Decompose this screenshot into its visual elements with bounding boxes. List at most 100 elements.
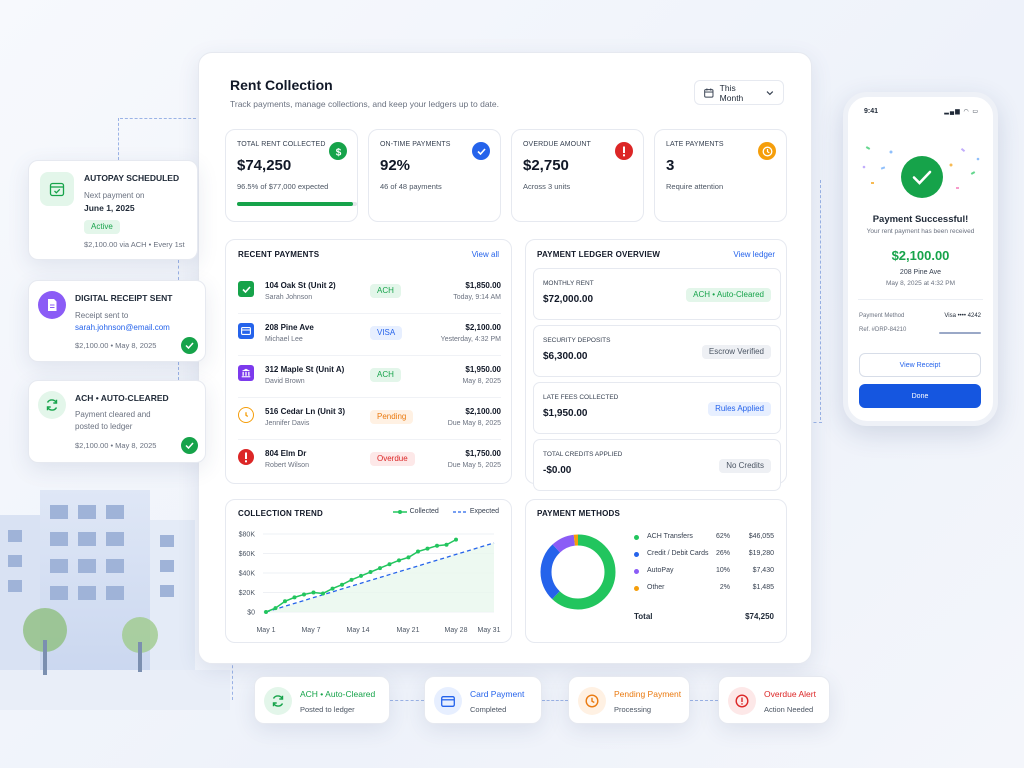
clock-icon [578, 687, 606, 715]
recent-payments-card: RECENT PAYMENTS View all 104 Oak St (Uni… [225, 239, 512, 484]
ledger-item[interactable]: LATE FEES COLLECTED $1,950.00 Rules Applie… [533, 382, 781, 434]
ledger-item[interactable]: SECURITY DEPOSITS $6,300.00 Escrow Verifie… [533, 325, 781, 377]
stat-label: ON-TIME PAYMENTS [380, 141, 451, 148]
progress-track [237, 202, 357, 206]
period-label: This Month [719, 82, 744, 103]
collected-point [387, 562, 392, 567]
payment-row[interactable]: 208 Pine Ave Michael Lee VISA $2,100.00 Yest… [238, 314, 501, 356]
payment-tenant: Michael Lee [265, 336, 303, 343]
phone-status-time: 9:41 [864, 108, 879, 115]
ledger-item-badge: Rules Applied [708, 402, 771, 416]
card-icon [238, 323, 254, 339]
legend-collected: Collected [409, 508, 439, 515]
view-all-link[interactable]: View all [472, 250, 499, 259]
collected-point [302, 592, 306, 597]
collected-point [406, 555, 411, 560]
ledger-item-value: $6,300.00 [543, 351, 588, 362]
phone-ref-bar [939, 332, 981, 334]
autopay-title: AUTOPAY SCHEDULED [84, 173, 180, 183]
payment-methods-donut [540, 534, 616, 610]
alert-icon [615, 142, 633, 160]
flow-card-title: Card Payment [470, 689, 525, 699]
check-circle-icon [181, 337, 198, 354]
methods-total-label: Total [634, 612, 653, 621]
method-amount: $1,485 [752, 584, 774, 591]
flow-card[interactable]: Card Payment Completed [424, 676, 542, 724]
payment-row[interactable]: 516 Cedar Ln (Unit 3) Jennifer Davis Pendi… [238, 398, 501, 440]
collected-point [264, 610, 268, 614]
phone-mockup: 9:41 ▂▄▆ ◠ ▭ Payment Successful! Your re… [843, 92, 998, 426]
stat-value: 92% [380, 157, 411, 174]
view-receipt-button[interactable]: View Receipt [859, 353, 981, 377]
refresh-icon [38, 391, 66, 419]
ledger-item[interactable]: MONTHLY RENT $72,000.00 ACH • Auto-Cleared [533, 268, 781, 320]
receipt-email-link[interactable]: sarah.johnson@email.com [75, 323, 170, 332]
ach-card-line1: Payment cleared and [75, 410, 151, 419]
payment-row[interactable]: 804 Elm Dr Robert Wilson Overdue $1,750.00 D… [238, 440, 501, 482]
period-select[interactable]: This Month [694, 80, 784, 105]
payment-date: Due May 8, 2025 [447, 420, 501, 427]
collected-point [359, 573, 363, 578]
method-name: ACH Transfers [647, 533, 693, 540]
ach-card-line2: posted to ledger [75, 422, 133, 431]
ledger-item-badge: ACH • Auto-Cleared [686, 288, 771, 302]
stats-row: TOTAL RENT COLLECTED $74,250 96.5% of $77,… [225, 129, 787, 222]
clock-icon [238, 407, 254, 423]
autopay-card: AUTOPAY SCHEDULED Next payment on June 1… [28, 160, 198, 260]
method-pct: 10% [715, 567, 730, 574]
y-tick-label: $80K [239, 532, 256, 539]
ledger-item-badge: Escrow Verified [701, 345, 771, 359]
x-tick-label: May 21 [397, 627, 420, 634]
method-row: Credit / Debit Cards 26% $19,280 [634, 550, 774, 567]
collected-point [321, 591, 325, 596]
flow-card-sub: Posted to ledger [300, 705, 355, 714]
ledger-list: MONTHLY RENT $72,000.00 ACH • Auto-Cleared… [533, 268, 781, 496]
collected-point [378, 566, 382, 571]
alert-icon [728, 687, 756, 715]
trend-legend: Collected Expected [392, 508, 499, 515]
payment-methods-card: PAYMENT METHODS ACH Transfers 62% $46,055 C… [525, 499, 787, 643]
payment-method-badge: Overdue [370, 452, 415, 466]
ledger-item-label: LATE FEES COLLECTED [543, 394, 619, 401]
done-button[interactable]: Done [859, 384, 981, 408]
ledger-item-label: MONTHLY RENT [543, 280, 594, 287]
stat-subtext: Require attention [666, 182, 724, 191]
payment-tenant: Robert Wilson [265, 462, 309, 469]
payment-tenant: David Brown [265, 378, 305, 385]
calendar-check-icon [40, 172, 74, 206]
flow-card[interactable]: ACH • Auto-Cleared Posted to ledger [254, 676, 390, 724]
method-name: Credit / Debit Cards [647, 550, 709, 557]
stat-subtext: Across 3 units [523, 182, 571, 191]
y-tick-label: $40K [239, 571, 256, 578]
payment-row[interactable]: 312 Maple St (Unit A) David Brown ACH $1,95… [238, 356, 501, 398]
methods-title: PAYMENT METHODS [537, 509, 621, 518]
ledger-item[interactable]: TOTAL CREDITS APPLIED -$0.00 No Credits [533, 439, 781, 491]
payment-row[interactable]: 104 Oak St (Unit 2) Sarah Johnson ACH $1,85… [238, 272, 501, 314]
payment-tenant: Sarah Johnson [265, 294, 313, 301]
flow-card[interactable]: Pending Payment Processing [568, 676, 690, 724]
collection-trend-card: COLLECTION TREND Collected Expected $0 $2… [225, 499, 512, 643]
payment-amount: $1,850.00 [465, 281, 501, 290]
legend-dot [634, 569, 639, 574]
collected-point [416, 549, 420, 554]
view-ledger-link[interactable]: View ledger [733, 250, 775, 259]
progress-fill [237, 202, 353, 206]
autopay-footer: $2,100.00 via ACH • Every 1st [84, 240, 185, 249]
method-row: ACH Transfers 62% $46,055 [634, 533, 774, 550]
stat-value: $2,750 [523, 157, 569, 174]
y-tick-label: $20K [239, 590, 256, 597]
autopay-status-badge: Active [84, 220, 120, 234]
x-tick-label: May 14 [347, 627, 370, 634]
x-tick-label: May 1 [256, 627, 275, 634]
payment-unit: 208 Pine Ave [265, 323, 314, 332]
receipt-line1: Receipt sent to [75, 311, 129, 320]
success-check-icon [901, 156, 943, 198]
bank-icon [238, 365, 254, 381]
flow-card[interactable]: Overdue Alert Action Needed [718, 676, 830, 724]
payment-method-badge: VISA [370, 326, 403, 340]
collected-point [311, 590, 316, 595]
legend-expected: Expected [469, 508, 499, 515]
collected-point [425, 546, 430, 551]
payment-unit: 804 Elm Dr [265, 449, 307, 458]
method-row: AutoPay 10% $7,430 [634, 567, 774, 584]
